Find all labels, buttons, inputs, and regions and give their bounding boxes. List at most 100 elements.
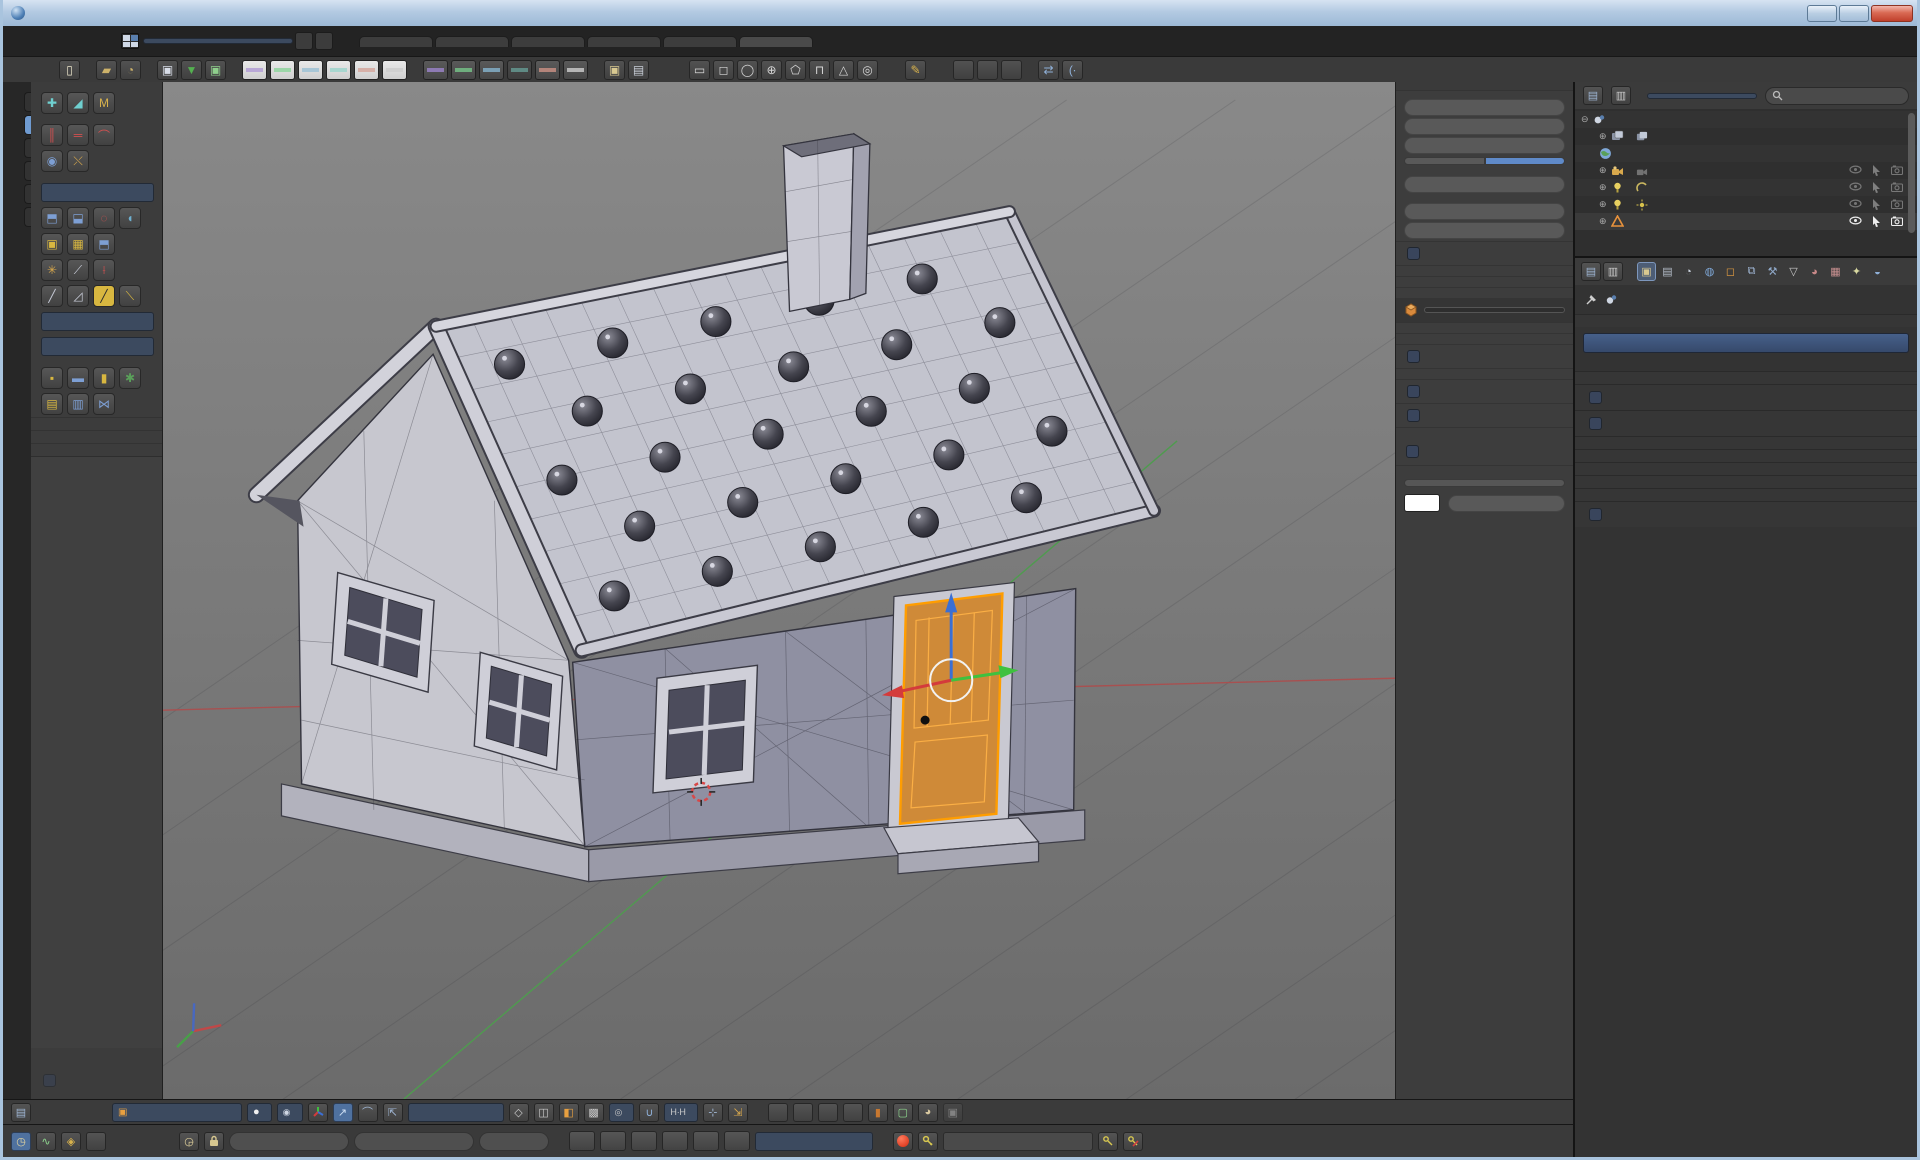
- screen-layout-icon[interactable]: [121, 33, 139, 49]
- flatten-tool-icon[interactable]: ✚: [41, 92, 63, 114]
- viewport-3d[interactable]: [163, 82, 1395, 1099]
- output-panel[interactable]: [1575, 488, 1917, 501]
- limit-visible-button[interactable]: ▩: [584, 1103, 604, 1122]
- render-menu-icon[interactable]: [652, 60, 673, 80]
- toolshelf-tab-create[interactable]: [24, 138, 31, 158]
- loopcut-tool-icon[interactable]: ⟋: [67, 259, 89, 281]
- context-render-layers-icon[interactable]: ▤: [1658, 262, 1677, 281]
- auto-keyframe-button[interactable]: [893, 1132, 913, 1151]
- dopesheet-editor-button[interactable]: ◈: [61, 1132, 81, 1151]
- mode-dropdown[interactable]: ▣: [112, 1103, 242, 1122]
- vertex-bevel-weight-field[interactable]: [1404, 176, 1565, 193]
- undo-icon[interactable]: [953, 60, 974, 80]
- outliner-filter-dropdown[interactable]: [1647, 93, 1757, 99]
- grease-pencil-icon[interactable]: ✎: [905, 60, 926, 80]
- median-z-field[interactable]: [1404, 137, 1565, 154]
- sampled-motion-blur-panel[interactable]: [1575, 410, 1917, 436]
- play-button[interactable]: [662, 1131, 688, 1151]
- undo-history-icon[interactable]: [1001, 60, 1022, 80]
- deselect-checkbox-npanel[interactable]: [1406, 445, 1419, 458]
- hide-icon[interactable]: [1849, 216, 1862, 225]
- properties-display-button[interactable]: ▥: [1603, 262, 1623, 281]
- editor-type-button[interactable]: ▤: [11, 1103, 31, 1122]
- toolshelf-tab-shade-uvs[interactable]: [24, 161, 31, 181]
- grease-pencil-layers-panel[interactable]: [1396, 241, 1573, 265]
- tab-uv[interactable]: [511, 36, 585, 47]
- local-button[interactable]: [1485, 157, 1566, 165]
- shading-panel[interactable]: [1396, 333, 1573, 344]
- mean-crease-field[interactable]: [1404, 222, 1565, 239]
- important-hotkeys-panel[interactable]: [1396, 465, 1573, 476]
- vertex-select-button[interactable]: ◇: [509, 1103, 529, 1122]
- jump-end-button[interactable]: [724, 1131, 750, 1151]
- scale-manipulator-button[interactable]: ⇱: [383, 1103, 403, 1122]
- hotkey-color-swatch[interactable]: [1404, 494, 1440, 512]
- select-restrict-icon[interactable]: [1872, 216, 1881, 227]
- rip-fill-tool-icon[interactable]: ◖: [119, 207, 141, 229]
- expand-icon[interactable]: ⊕: [1599, 165, 1607, 176]
- context-physics-icon[interactable]: ◒: [1868, 262, 1887, 281]
- weight-tools-panel[interactable]: [31, 417, 162, 430]
- snap-magnet-button[interactable]: ∪: [639, 1103, 659, 1122]
- offset-cut-tool-icon[interactable]: ⟊: [93, 259, 115, 281]
- spin-tool-icon[interactable]: ◉: [41, 150, 63, 172]
- render-animation-icon[interactable]: ▤: [628, 60, 649, 80]
- repeat-icon[interactable]: ⇄: [1038, 60, 1059, 80]
- hide-icon[interactable]: [1849, 182, 1862, 191]
- extrude-cube-icon[interactable]: ⬒: [93, 233, 115, 255]
- repeat-history-icon[interactable]: (∙: [1062, 60, 1083, 80]
- freestyle-panel[interactable]: [1575, 501, 1917, 527]
- keying-set-field[interactable]: [943, 1132, 1093, 1151]
- outliner-row-scene[interactable]: ⊖: [1575, 111, 1917, 128]
- extrude-dropdown[interactable]: [41, 183, 154, 202]
- add-sphere-icon[interactable]: ◯: [737, 60, 758, 80]
- context-data-icon[interactable]: ▽: [1784, 262, 1803, 281]
- open-recent-icon[interactable]: ◔: [120, 60, 141, 80]
- post-processing-panel[interactable]: [1575, 462, 1917, 475]
- jump-start-button[interactable]: [569, 1131, 595, 1151]
- bend-tool-icon[interactable]: ⌒: [93, 124, 115, 146]
- new-file-icon[interactable]: ▯: [59, 60, 80, 80]
- close-button[interactable]: [1871, 5, 1913, 22]
- properties-editor-type-button[interactable]: ▤: [1581, 262, 1601, 281]
- pivot-dropdown[interactable]: ◉: [277, 1103, 303, 1122]
- shading-panel-props[interactable]: [1575, 436, 1917, 449]
- metadata-panel[interactable]: [1575, 475, 1917, 488]
- performance-panel[interactable]: [1575, 449, 1917, 462]
- snap-cursor-button[interactable]: ⇲: [728, 1103, 748, 1122]
- graph-editor-button[interactable]: ∿: [36, 1132, 56, 1151]
- orientation-dropdown[interactable]: [408, 1103, 504, 1122]
- display-panel[interactable]: [1396, 322, 1573, 333]
- toolshelf-tab-relations[interactable]: [24, 92, 31, 112]
- export-fbx-icon[interactable]: [423, 60, 448, 80]
- dissolve-verts-icon[interactable]: ▪: [41, 367, 63, 389]
- edit-menu-icon[interactable]: [929, 60, 950, 80]
- pin-icon[interactable]: [1585, 293, 1598, 306]
- play-reverse-button[interactable]: [631, 1131, 657, 1151]
- context-object-icon[interactable]: ◻: [1721, 262, 1740, 281]
- rotate-manipulator-button[interactable]: ⌒: [358, 1103, 378, 1122]
- tab-def[interactable]: [359, 36, 433, 47]
- lock-frame-button[interactable]: [204, 1132, 224, 1151]
- toolbar-menu2-icon[interactable]: [35, 60, 56, 80]
- dimensions-panel[interactable]: [1575, 371, 1917, 384]
- sync-dropdown[interactable]: [755, 1132, 873, 1151]
- timeline-editor-button[interactable]: ◷: [11, 1132, 31, 1151]
- import-abc-icon[interactable]: [382, 60, 407, 80]
- motion-tracking-panel[interactable]: [1396, 344, 1573, 368]
- mesh-analysis-checkbox[interactable]: [1407, 385, 1420, 398]
- item-panel[interactable]: [1396, 287, 1573, 298]
- context-material-icon[interactable]: ◕: [1805, 262, 1824, 281]
- stroke-select-panel[interactable]: [1396, 427, 1573, 438]
- dissolve-rotate-icon[interactable]: ✱: [119, 367, 141, 389]
- toolbar-menu-icon[interactable]: [11, 60, 32, 80]
- edge-collapse-icon[interactable]: ⋈: [93, 393, 115, 415]
- outliner-row-world[interactable]: [1575, 145, 1917, 162]
- bisect-tool-icon[interactable]: ⟍: [119, 285, 141, 307]
- context-render-icon[interactable]: ▣: [1637, 262, 1656, 281]
- median-x-field[interactable]: [1404, 99, 1565, 116]
- add-torus-icon[interactable]: ◎: [857, 60, 878, 80]
- bake-panel[interactable]: [31, 443, 162, 456]
- delete-layout-button[interactable]: [315, 32, 333, 50]
- shrink-fatten-tool-icon[interactable]: ◢: [67, 92, 89, 114]
